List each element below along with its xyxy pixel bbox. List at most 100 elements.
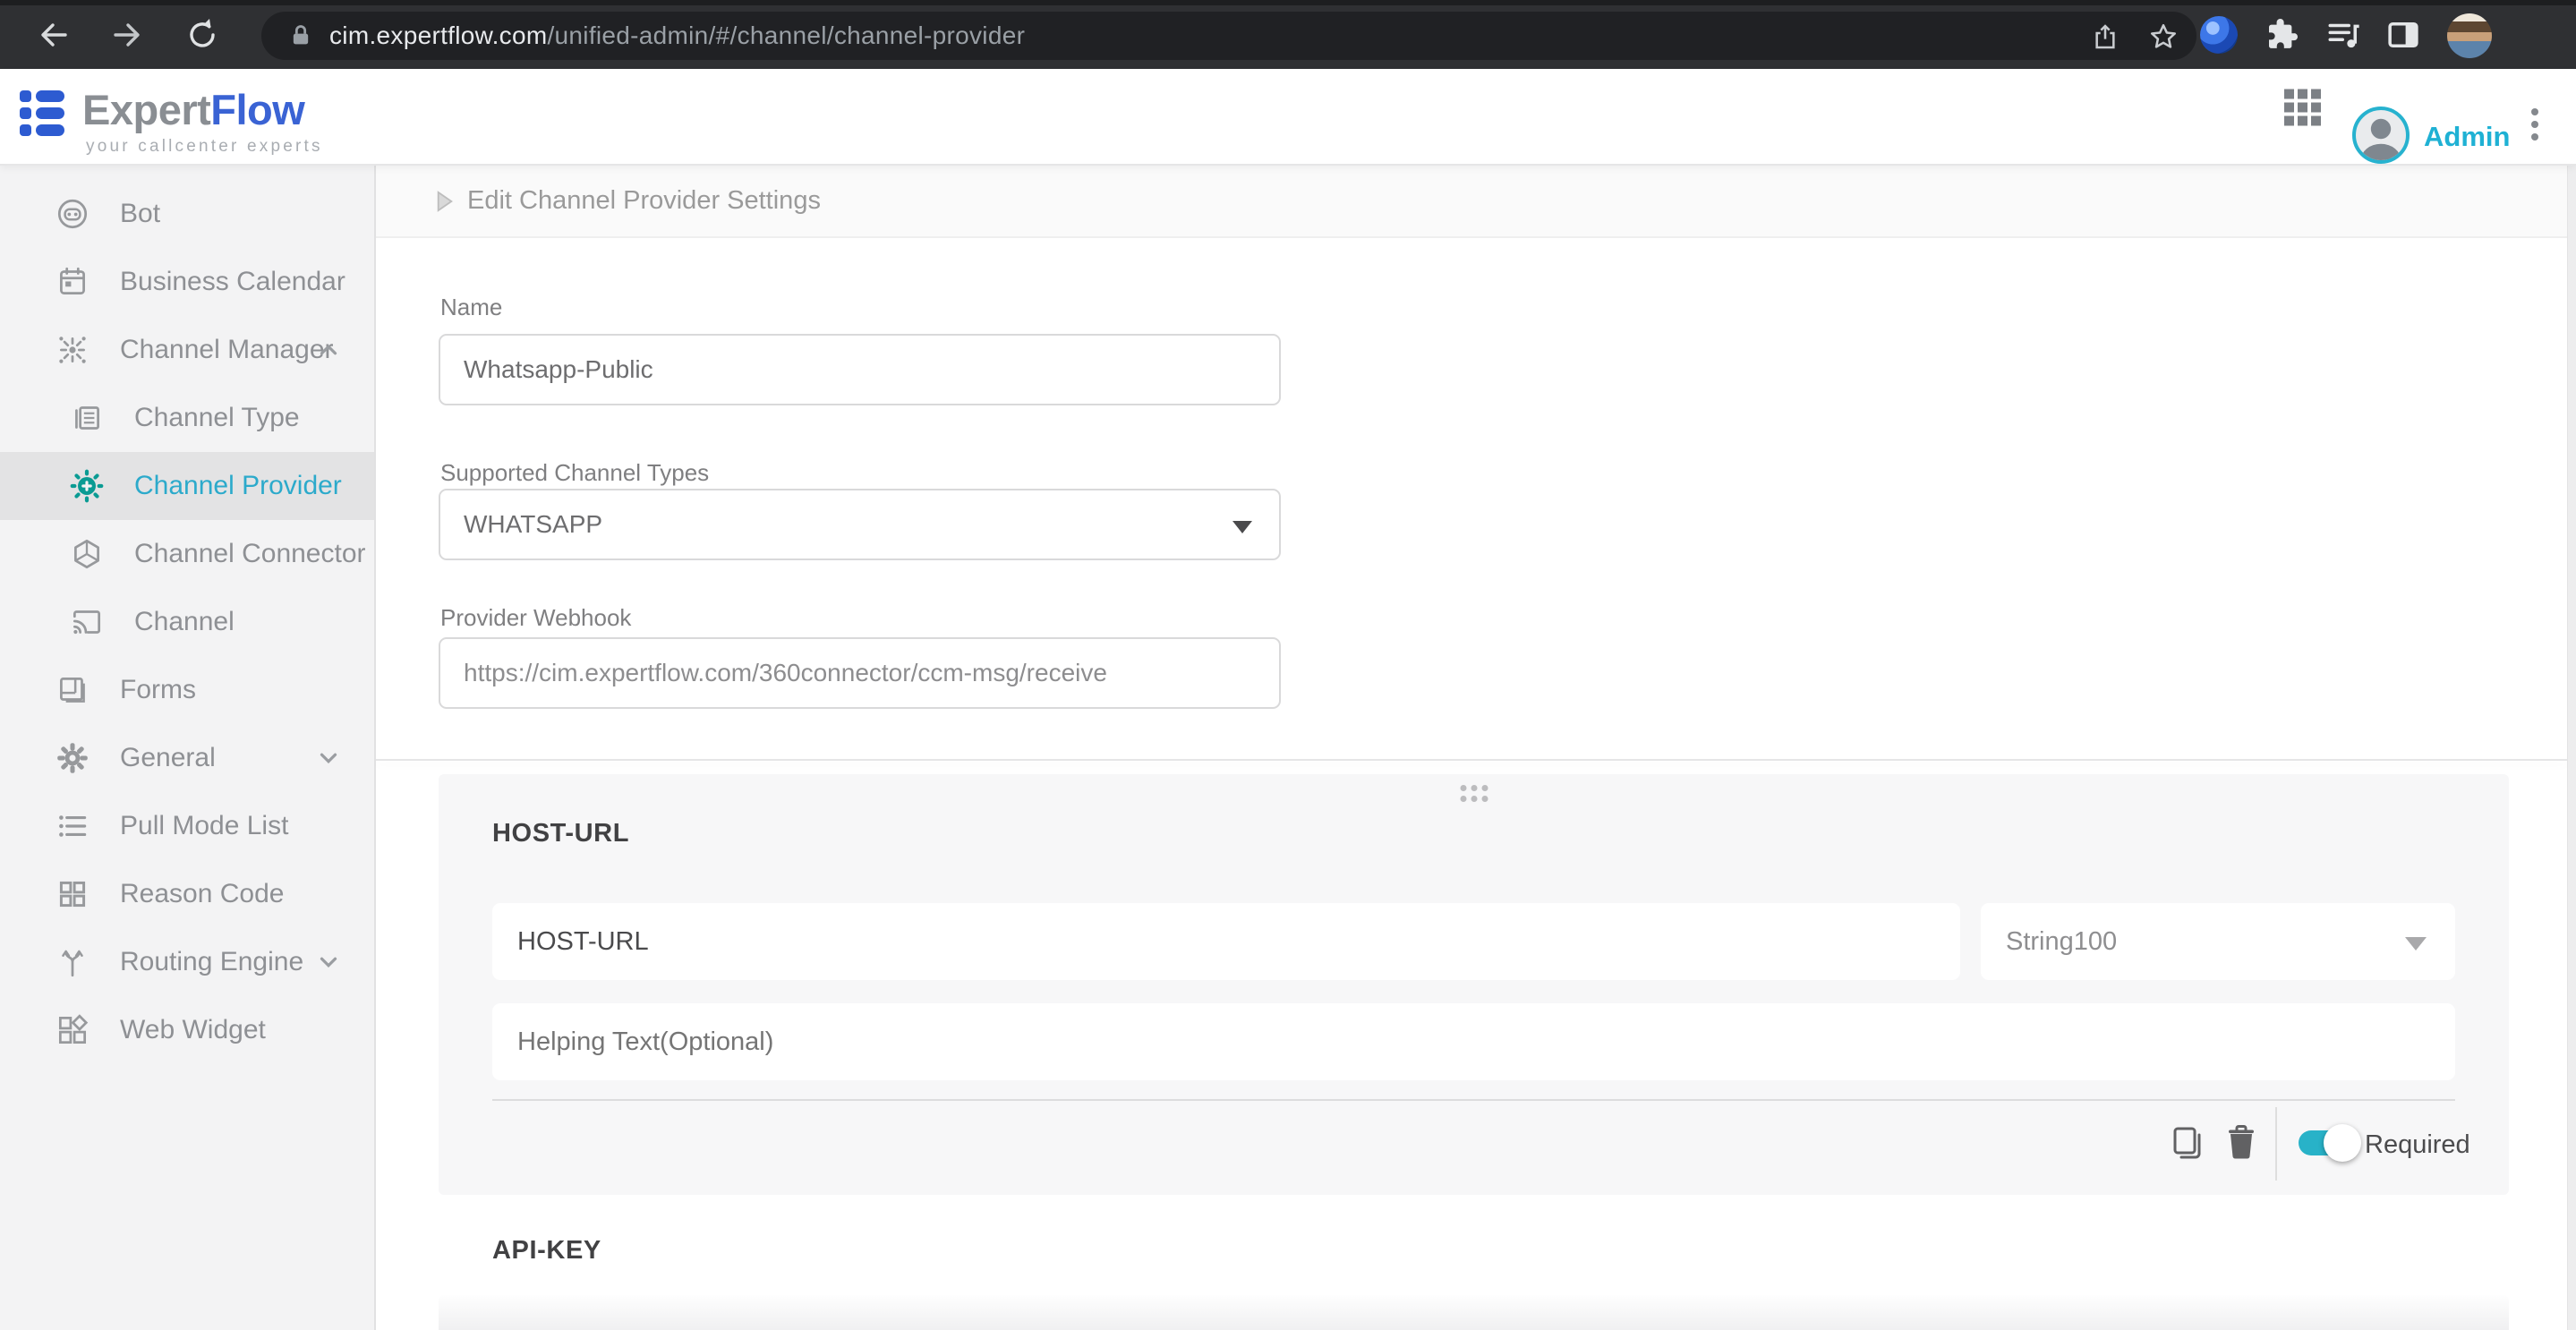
sidebar-item-label: Bot [120,199,160,229]
channel-types-label: Supported Channel Types [440,459,709,487]
scrollbar[interactable] [2567,166,2576,1330]
section-divider [376,759,2567,761]
attribute-type-value: String100 [2006,927,2117,957]
reason-grid-icon [54,875,91,913]
sidebar-item-label: Web Widget [120,1015,266,1045]
logo-expert: Expert [82,86,210,133]
extensions-puzzle-icon[interactable] [2263,16,2300,54]
name-label: Name [440,294,502,321]
drag-handle-icon[interactable] [1460,785,1488,802]
sidebar-item-label: Channel Connector [134,539,366,569]
channel-type-icon [68,399,106,437]
sidebar-item-routing-engine[interactable]: Routing Engine [0,928,374,996]
sidebar-item-label: Business Calendar [120,267,345,297]
sidebar-item-pull-mode-list[interactable]: Pull Mode List [0,792,374,860]
media-playlist-icon[interactable] [2325,16,2363,54]
extension-swirl-icon[interactable] [2200,16,2238,54]
list-icon [54,807,91,845]
attribute-type-select[interactable]: String100 [1981,903,2455,980]
url-domain: cim.expertflow.com [329,21,547,49]
sidebar-item-business-calendar[interactable]: Business Calendar [0,248,374,316]
side-panel-icon[interactable] [2384,16,2422,54]
share-icon[interactable] [2091,22,2120,51]
route-split-icon [54,943,91,981]
expertflow-logo-text: ExpertFlow [82,85,304,134]
calendar-icon [54,263,91,301]
sidebar-item-channel-type[interactable]: Channel Type [0,384,374,452]
copy-icon[interactable] [2168,1123,2207,1163]
logo-tagline: your callcenter experts [86,137,323,157]
sidebar-item-label: Channel Manager [120,335,334,365]
sidebar-item-label: Pull Mode List [120,811,288,841]
channel-types-select[interactable]: WHATSAPP [439,489,1281,560]
cast-icon [68,603,106,641]
chevron-down-icon [315,949,342,976]
delete-trash-icon[interactable] [2222,1123,2261,1163]
webhook-input[interactable] [439,637,1281,709]
helping-text-input[interactable] [492,1003,2455,1080]
sidebar-item-bot[interactable]: Bot [0,180,374,248]
bookmark-star-icon[interactable] [2148,21,2179,52]
sidebar-item-label: Channel Provider [134,471,342,501]
address-bar[interactable]: cim.expertflow.com/unified-admin/#/chann… [261,12,2196,60]
sidebar-item-general[interactable]: General [0,724,374,792]
channel-types-value: WHATSAPP [464,510,602,539]
attribute-card-host-url: HOST-URL String100 Required [439,774,2509,1195]
sidebar-item-channel-provider[interactable]: Channel Provider [0,452,374,520]
name-input[interactable] [439,334,1281,405]
sidebar-item-label: Reason Code [120,879,284,909]
sidebar-item-channel-connector[interactable]: Channel Connector [0,520,374,588]
chevron-up-icon [315,337,342,363]
toggle-knob [2324,1124,2361,1162]
sidebar-item-web-widget[interactable]: Web Widget [0,996,374,1064]
attribute-name-input[interactable] [492,903,1960,980]
sidebar-item-channel[interactable]: Channel [0,588,374,656]
url-text: cim.expertflow.com/unified-admin/#/chann… [329,21,1025,50]
bot-icon [54,195,91,233]
sidebar-item-reason-code[interactable]: Reason Code [0,860,374,928]
channel-provider-icon [68,467,106,505]
lock-icon[interactable] [288,22,313,49]
user-avatar[interactable] [2352,107,2410,164]
attribute-card-api-key-top [439,1295,2509,1330]
browser-forward-icon[interactable] [109,17,145,53]
expertflow-logo-mark [20,90,64,141]
sidebar-item-label: Channel [134,607,235,637]
main-panel: Edit Channel Provider Settings Name Supp… [376,166,2576,1330]
hub-icon [54,331,91,369]
admin-menu-label[interactable]: Admin [2424,121,2510,153]
forms-icon [54,671,91,709]
header-kebab-icon[interactable] [2531,103,2538,146]
page-title: Edit Channel Provider Settings [467,186,821,216]
browser-chrome: cim.expertflow.com/unified-admin/#/chann… [0,0,2576,69]
webhook-label: Provider Webhook [440,604,631,632]
card-divider [492,1099,2455,1101]
chrome-top-strip [0,0,2576,5]
browser-back-icon[interactable] [36,17,72,53]
actions-divider [2275,1107,2277,1181]
app-header: ExpertFlow your callcenter experts Admin [0,69,2576,166]
chevron-down-icon [315,745,342,772]
browser-reload-icon[interactable] [184,17,220,53]
select-caret-icon [1233,521,1252,533]
breadcrumb-caret-icon [435,190,455,213]
logo-flow: Flow [210,86,304,133]
widgets-icon [54,1011,91,1049]
sidebar-nav: Bot Business Calendar Channel Manager [0,166,376,1330]
next-attribute-title: API-KEY [492,1236,601,1266]
required-label: Required [2365,1130,2470,1160]
gear-icon [54,739,91,777]
select-caret-icon [2405,937,2427,951]
required-toggle[interactable] [2299,1130,2356,1155]
sidebar-item-forms[interactable]: Forms [0,656,374,724]
sidebar-item-label: Channel Type [134,403,300,433]
breadcrumb: Edit Channel Provider Settings [376,166,2567,238]
url-path: /unified-admin/#/channel/channel-provide… [547,21,1025,49]
browser-profile-avatar[interactable] [2447,13,2492,58]
connector-icon [68,535,106,573]
attribute-title: HOST-URL [492,819,629,848]
sidebar-item-label: General [120,743,216,773]
apps-grid-icon[interactable] [2284,90,2321,126]
sidebar-item-channel-manager[interactable]: Channel Manager [0,316,374,384]
sidebar-item-label: Routing Engine [120,947,303,977]
